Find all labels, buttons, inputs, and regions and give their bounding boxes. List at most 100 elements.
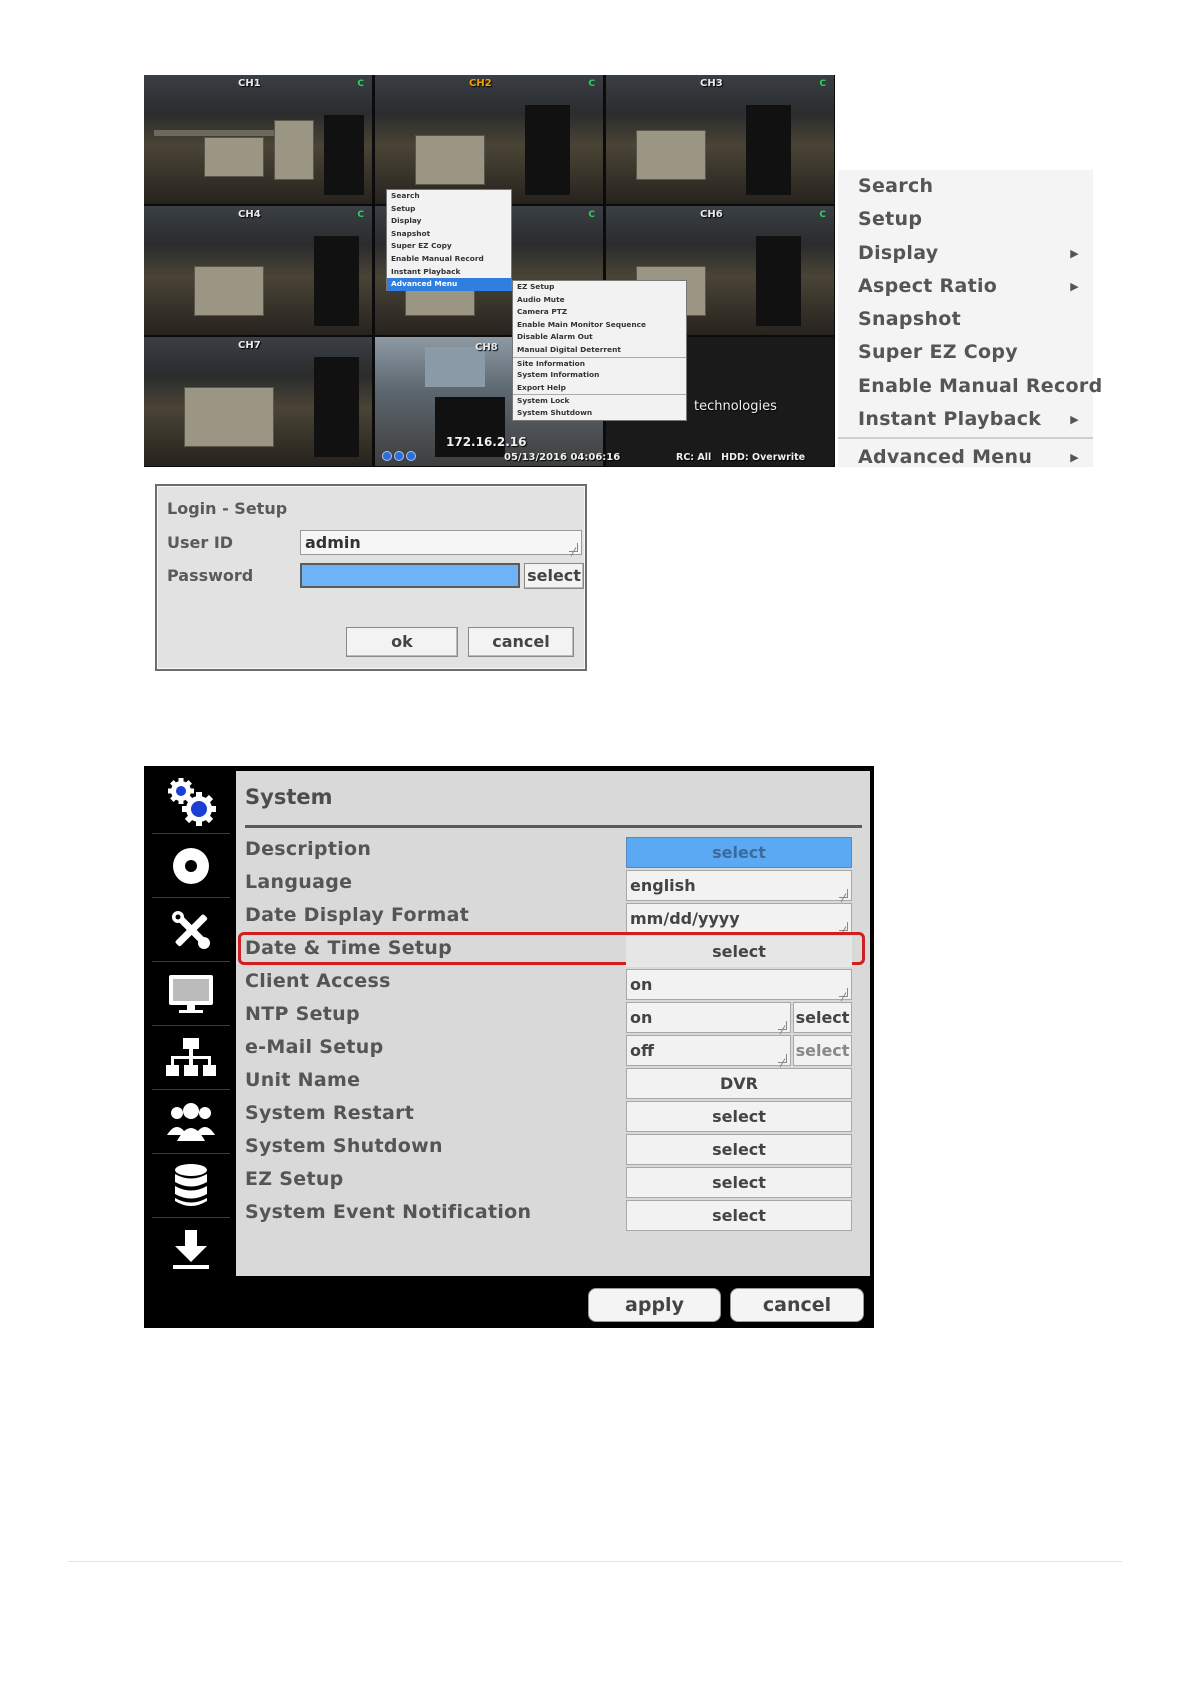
row-label-system-shutdown: System Shutdown	[245, 1135, 443, 1157]
row-label-ez-setup: EZ Setup	[245, 1168, 344, 1190]
channel-label: CH7	[238, 340, 261, 351]
event-notification-select-button[interactable]: select	[626, 1200, 852, 1231]
email-value: off	[630, 1041, 654, 1060]
ntp-select-button[interactable]: select	[793, 1002, 852, 1033]
timestamp: 05/13/2016 04:06:16	[504, 452, 621, 463]
dropdown-corner-icon	[839, 922, 848, 931]
language-value: english	[630, 876, 696, 895]
menu-item-label: Advanced Menu	[858, 446, 1033, 469]
ntp-dropdown[interactable]: on	[626, 1002, 791, 1033]
dropdown-corner-icon	[839, 988, 848, 997]
camera-tile-4[interactable]: CH4 C	[144, 206, 372, 335]
recording-status: RC: All HDD: Overwrite	[676, 452, 806, 463]
ctx-item-snapshot[interactable]: Snapshot	[387, 228, 511, 241]
camera-tile-7[interactable]: CH7	[144, 337, 372, 466]
menu-item-snapshot[interactable]: Snapshot	[838, 303, 1093, 336]
menu-item-aspect-ratio[interactable]: Aspect Ratio ▶	[838, 270, 1093, 303]
date-format-value: mm/dd/yyyy	[630, 909, 740, 928]
camera-tile-3[interactable]: CH3 C	[606, 75, 834, 204]
ctx-item-super-ez-copy[interactable]: Super EZ Copy	[387, 240, 511, 253]
adv-item-camera-ptz[interactable]: Camera PTZ	[513, 306, 686, 319]
unit-name-field[interactable]: DVR	[626, 1068, 852, 1099]
channel-label: CH8	[475, 342, 498, 353]
menu-item-setup[interactable]: Setup	[838, 203, 1093, 236]
email-dropdown[interactable]: off	[626, 1035, 791, 1066]
nav-storage-button[interactable]	[152, 1154, 230, 1218]
ctx-item-setup[interactable]: Setup	[387, 203, 511, 216]
cancel-button[interactable]: cancel	[468, 627, 574, 657]
disc-icon	[173, 847, 209, 884]
adv-item-system-shutdown[interactable]: System Shutdown	[513, 407, 686, 420]
adv-item-ez-setup[interactable]: EZ Setup	[513, 281, 686, 294]
nav-download-button[interactable]	[152, 1218, 230, 1282]
channel-label: CH2	[469, 78, 492, 89]
adv-item-disable-alarm-out[interactable]: Disable Alarm Out	[513, 331, 686, 344]
ok-button[interactable]: ok	[346, 627, 458, 657]
menu-item-label: Setup	[858, 208, 923, 231]
menu-item-search[interactable]: Search	[838, 170, 1093, 203]
menu-item-super-ez-copy[interactable]: Super EZ Copy	[838, 336, 1093, 369]
password-select-button[interactable]: select	[524, 563, 584, 589]
network-icon	[166, 1037, 216, 1076]
ctx-item-instant-playback[interactable]: Instant Playback	[387, 266, 511, 279]
panel-title: System	[245, 785, 333, 809]
advanced-submenu: EZ Setup Audio Mute Camera PTZ Enable Ma…	[512, 280, 687, 421]
nav-tools-button[interactable]	[152, 898, 230, 962]
ctx-item-enable-manual-record[interactable]: Enable Manual Record	[387, 253, 511, 266]
camera-tile-2[interactable]: CH2 C	[375, 75, 603, 204]
menu-item-enable-manual-record[interactable]: Enable Manual Record	[838, 370, 1102, 403]
password-field[interactable]	[300, 563, 520, 588]
client-access-dropdown[interactable]: on	[626, 969, 852, 1000]
adv-item-system-information[interactable]: System Information	[513, 369, 686, 382]
row-label-language: Language	[245, 871, 353, 893]
system-settings-panel: System Description select Language engli…	[236, 771, 870, 1276]
date-format-dropdown[interactable]: mm/dd/yyyy	[626, 903, 852, 934]
ctx-item-display[interactable]: Display	[387, 215, 511, 228]
system-restart-select-button[interactable]: select	[626, 1101, 852, 1132]
cancel-button[interactable]: cancel	[730, 1288, 864, 1322]
nav-display-button[interactable]	[152, 962, 230, 1026]
nav-users-button[interactable]	[152, 1090, 230, 1154]
dropdown-corner-icon	[778, 1021, 787, 1030]
adv-item-main-monitor-sequence[interactable]: Enable Main Monitor Sequence	[513, 319, 686, 332]
camera-tile-1[interactable]: CH1 C	[144, 75, 372, 204]
row-label-client-access: Client Access	[245, 970, 391, 992]
download-icon	[173, 1230, 209, 1269]
system-shutdown-select-button[interactable]: select	[626, 1134, 852, 1165]
user-id-value: admin	[305, 533, 361, 552]
nav-record-button[interactable]	[152, 834, 230, 898]
apply-button[interactable]: apply	[588, 1288, 721, 1322]
row-label-system-event-notification: System Event Notification	[245, 1201, 532, 1223]
channel-label: CH1	[238, 78, 261, 89]
email-select-button[interactable]: select	[793, 1035, 852, 1066]
row-label-system-restart: System Restart	[245, 1102, 415, 1124]
camera-status-icon: C	[819, 210, 826, 220]
database-icon	[175, 1163, 207, 1206]
menu-item-label: Instant Playback	[858, 408, 1042, 431]
adv-item-manual-digital-deterrent[interactable]: Manual Digital Deterrent	[513, 344, 686, 357]
adv-item-export-help[interactable]: Export Help	[513, 382, 686, 395]
nav-system-button[interactable]	[152, 770, 230, 834]
ez-setup-select-button[interactable]: select	[626, 1167, 852, 1198]
user-id-field[interactable]: admin	[300, 530, 582, 555]
row-label-description: Description	[245, 838, 372, 860]
date-time-select-button[interactable]: select	[626, 936, 852, 967]
ctx-item-search[interactable]: Search	[387, 190, 511, 203]
adv-item-site-information[interactable]: Site Information	[513, 356, 686, 370]
camera-status-icon: C	[588, 79, 595, 89]
language-dropdown[interactable]: english	[626, 870, 852, 901]
menu-item-advanced-menu[interactable]: Advanced Menu ▶	[838, 441, 1093, 474]
nav-network-button[interactable]	[152, 1026, 230, 1090]
menu-item-label: Snapshot	[858, 308, 962, 331]
camera-status-icon: C	[819, 79, 826, 89]
menu-item-display[interactable]: Display ▶	[838, 237, 1093, 270]
menu-item-instant-playback[interactable]: Instant Playback ▶	[838, 403, 1093, 436]
main-context-menu: Search Setup Display ▶ Aspect Ratio ▶ Snap…	[838, 170, 1102, 468]
ctx-item-advanced-menu[interactable]: Advanced Menu	[387, 278, 511, 291]
channel-label: CH4	[238, 209, 261, 220]
description-select-button[interactable]: select	[626, 837, 852, 868]
adv-item-audio-mute[interactable]: Audio Mute	[513, 294, 686, 307]
adv-item-system-lock[interactable]: System Lock	[513, 394, 686, 407]
camera-status-icon: C	[357, 79, 364, 89]
camera-grid: CH1 C CH2 C CH3 C CH4 C C CH6 C CH7 CH8	[144, 75, 835, 467]
